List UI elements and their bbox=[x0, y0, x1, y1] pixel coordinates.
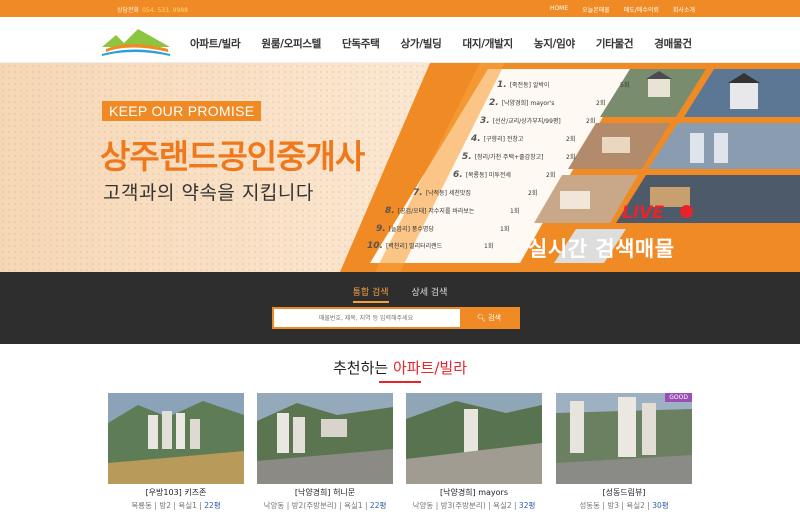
title-underline bbox=[379, 381, 421, 383]
consult-label: 상담전화 bbox=[117, 7, 140, 14]
tagline: 고객과의 약속을 지킵니다 bbox=[103, 182, 314, 204]
tab-integrated-search[interactable]: 통합 검색 bbox=[352, 285, 389, 303]
hero-banner: KEEP OUR PROMISE 상주랜드공인중개사 고객과의 약속을 지킵니다… bbox=[0, 63, 800, 272]
property-photo[interactable] bbox=[257, 393, 393, 484]
search-button-label: 검색 bbox=[488, 314, 501, 322]
search-box: 🔍︎ 검색 bbox=[272, 307, 520, 329]
rank-item[interactable]: 5. [청리/가천 주택+줄감창고] bbox=[462, 152, 544, 162]
property-name[interactable]: [성동드림뷰] bbox=[556, 487, 692, 498]
rank-item[interactable]: 6. [복룡동] 미투전세 bbox=[453, 170, 511, 180]
site-header: 아파트/빌라 원룸/오피스텔 단독주택 상가/빌딩 대지/개발지 농지/임야 기… bbox=[0, 17, 800, 63]
nav-other[interactable]: 기타물건 bbox=[596, 36, 634, 51]
property-photo[interactable] bbox=[556, 393, 692, 484]
property-name[interactable]: [우방103] 키즈존 bbox=[108, 487, 244, 498]
top-link-request[interactable]: 매도/매수의뢰 bbox=[624, 5, 659, 14]
rank-item[interactable]: 7. [낙적동] 세천맛집 bbox=[413, 188, 471, 198]
search-button[interactable]: 🔍︎ 검색 bbox=[460, 309, 518, 327]
logo-icon[interactable] bbox=[100, 25, 172, 57]
tab-detail-search[interactable]: 상세 검색 bbox=[411, 285, 447, 298]
realtime-title[interactable]: 실시간 검색매물 bbox=[528, 233, 675, 263]
consult-number: 054. 533. 9988 bbox=[142, 7, 188, 14]
rank-item[interactable]: 9. [늘암리] 풍수명당 bbox=[376, 224, 434, 234]
top-links: HOME 오늘본매물 매도/매수의뢰 회사소개 bbox=[550, 5, 695, 14]
rank-item[interactable]: 2. [낙양경희] mayor's bbox=[489, 98, 554, 108]
nav-farmland[interactable]: 농지/임야 bbox=[534, 36, 575, 51]
nav-auction[interactable]: 경매물건 bbox=[654, 36, 692, 51]
rank-count: 2회 bbox=[586, 118, 596, 125]
top-link-home[interactable]: HOME bbox=[550, 5, 568, 14]
main-nav: 아파트/빌라 원룸/오피스텔 단독주택 상가/빌딩 대지/개발지 농지/임야 기… bbox=[190, 36, 713, 51]
top-link-about[interactable]: 회사소개 bbox=[673, 5, 695, 14]
rank-item[interactable]: 8. [공검/오태] 저수지를 바라보는 bbox=[385, 206, 474, 216]
nav-apartment[interactable]: 아파트/빌라 bbox=[190, 36, 241, 51]
property-meta: 복룡동 | 방2 | 욕실1 | 22평 bbox=[131, 501, 221, 510]
rank-count: 2회 bbox=[546, 172, 556, 179]
property-meta: 성동동 | 방3 | 욕실2 | 30평 bbox=[579, 501, 669, 510]
consult-phone: 상담전화 054. 533. 9988 bbox=[117, 5, 188, 14]
good-badge: GOOD bbox=[665, 393, 692, 402]
live-label: LIVE bbox=[622, 203, 664, 223]
nav-house[interactable]: 단독주택 bbox=[342, 36, 380, 51]
top-link-recent[interactable]: 오늘본매물 bbox=[582, 5, 610, 14]
top-bar: 상담전화 054. 533. 9988 HOME 오늘본매물 매도/매수의뢰 회사… bbox=[0, 0, 800, 17]
rank-count: 1회 bbox=[510, 208, 520, 215]
property-photo[interactable] bbox=[406, 393, 542, 484]
rank-count: 2회 bbox=[528, 190, 538, 197]
rank-count: 1회 bbox=[484, 243, 494, 250]
rank-count: 2회 bbox=[596, 100, 606, 107]
rank-item[interactable]: 1. [죽전동] 알박이 bbox=[497, 80, 549, 90]
search-input[interactable] bbox=[280, 311, 452, 325]
live-dot-icon bbox=[680, 205, 693, 218]
rank-item[interactable]: 3. [선산/교리/상가부지/99평] bbox=[480, 116, 561, 126]
rank-item[interactable]: 4. [구향리] 전창고 bbox=[471, 134, 523, 144]
property-meta: 낙양동 | 방3(주방분리) | 욕실2 | 32평 bbox=[412, 501, 536, 510]
rank-count: 5회 bbox=[620, 82, 630, 89]
rank-count: 1회 bbox=[500, 226, 510, 233]
nav-commercial[interactable]: 상가/빌딩 bbox=[401, 36, 442, 51]
recommend-title-highlight: 아파트/빌라 bbox=[392, 359, 468, 377]
rank-count: 2회 bbox=[566, 136, 576, 143]
property-name[interactable]: [낙양경희] mayors bbox=[406, 487, 542, 498]
property-meta: 낙양동 | 방2(주방분리) | 욕실1 | 22평 bbox=[263, 501, 387, 510]
rank-item[interactable]: 10. [벽천리] 밀리터리랜드 bbox=[367, 241, 442, 251]
nav-land[interactable]: 대지/개발지 bbox=[462, 36, 513, 51]
rank-count: 2회 bbox=[566, 154, 576, 161]
search-icon: 🔍︎ bbox=[476, 314, 486, 322]
search-tabs: 통합 검색 상세 검색 bbox=[0, 285, 800, 303]
company-name: 상주랜드공인중개사 bbox=[100, 137, 365, 176]
recommend-title: 추천하는 아파트/빌라 bbox=[0, 357, 800, 378]
nav-oneroom[interactable]: 원룸/오피스텔 bbox=[261, 36, 321, 51]
promise-label: KEEP OUR PROMISE bbox=[102, 101, 262, 121]
recommend-title-prefix: 추천하는 bbox=[332, 359, 393, 377]
property-name[interactable]: [낙양경희] 허니문 bbox=[257, 487, 393, 498]
property-photo[interactable] bbox=[108, 393, 244, 484]
